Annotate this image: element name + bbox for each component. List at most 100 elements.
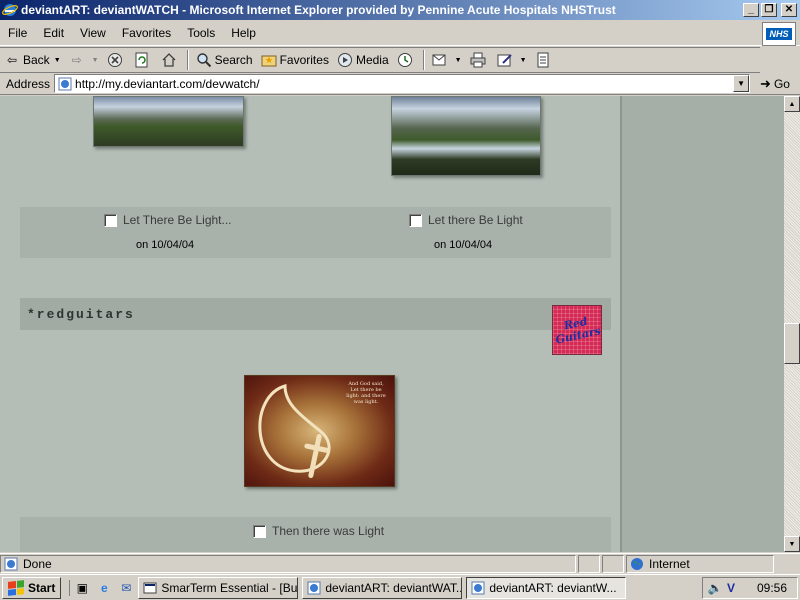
smarterm-icon bbox=[143, 582, 157, 593]
taskbar-button-label: SmarTerm Essential - [Bur... bbox=[161, 580, 299, 595]
security-zone-label: Internet bbox=[649, 556, 690, 571]
print-button[interactable] bbox=[466, 49, 493, 71]
mail-button[interactable]: ▼ bbox=[428, 49, 466, 71]
outlook-icon[interactable]: ✉ bbox=[118, 580, 134, 596]
taskbar-button-smarterm[interactable]: SmarTerm Essential - [Bur... bbox=[138, 576, 299, 599]
clock: 09:56 bbox=[756, 581, 787, 595]
go-arrow-icon: ➜ bbox=[760, 75, 771, 91]
menu-file[interactable]: File bbox=[0, 26, 35, 40]
status-text-panel: Done bbox=[0, 554, 576, 573]
go-label: Go bbox=[773, 76, 790, 91]
search-icon bbox=[196, 53, 211, 68]
username-link[interactable]: *redguitars bbox=[27, 307, 135, 322]
internet-explorer-icon bbox=[307, 581, 321, 594]
refresh-icon bbox=[135, 52, 148, 68]
minimize-button[interactable]: _ bbox=[743, 3, 759, 17]
toolbar-separator bbox=[186, 50, 189, 70]
vertical-scrollbar[interactable]: ▲ ▼ bbox=[784, 96, 800, 552]
antivirus-shield-icon[interactable]: V bbox=[723, 580, 739, 596]
deviation-thumbnail[interactable] bbox=[391, 96, 541, 176]
menu-help[interactable]: Help bbox=[223, 26, 264, 40]
status-text: Done bbox=[23, 556, 52, 571]
menu-favorites[interactable]: Favorites bbox=[114, 26, 179, 40]
standard-toolbar: ⇦ Back ▼ ⇨ ▼ Search Favorites Media ▼ ▼ bbox=[0, 47, 760, 73]
deviation-title[interactable]: Then there was Light bbox=[272, 524, 384, 538]
home-button[interactable] bbox=[157, 49, 184, 71]
status-panel bbox=[578, 554, 600, 573]
favorites-button[interactable]: Favorites bbox=[257, 49, 333, 71]
internet-globe-icon bbox=[631, 557, 643, 570]
maximize-button[interactable]: ❐ bbox=[761, 3, 777, 17]
address-bar: Address ▼ ➜ Go bbox=[0, 73, 800, 95]
status-bar: Done Internet bbox=[0, 553, 800, 573]
edit-button[interactable]: ▼ bbox=[493, 49, 531, 71]
taskbar-button-label: deviantART: deviantW... bbox=[489, 580, 617, 595]
history-icon bbox=[397, 53, 412, 67]
deviation-checkbox[interactable] bbox=[409, 213, 422, 227]
deviation-item: Let there Be Light bbox=[409, 213, 523, 227]
deviation-checkbox[interactable] bbox=[253, 524, 266, 538]
chevron-down-icon[interactable]: ▼ bbox=[520, 57, 527, 64]
user-avatar[interactable]: Red Guitars bbox=[552, 305, 602, 355]
forward-button[interactable]: ⇨ ▼ bbox=[65, 49, 103, 71]
windows-logo-icon bbox=[8, 579, 24, 596]
deviation-checkbox[interactable] bbox=[104, 213, 117, 227]
media-button[interactable]: Media bbox=[333, 49, 393, 71]
avatar-text: Red Guitars bbox=[554, 314, 602, 347]
deviation-thumbnail[interactable]: And God said, Let there be light: and th… bbox=[244, 375, 395, 487]
go-button[interactable]: ➜ Go bbox=[760, 76, 790, 92]
scroll-down-button[interactable]: ▼ bbox=[784, 536, 800, 552]
taskbar-button-label: deviantART: deviantWAT... bbox=[325, 580, 463, 595]
start-button[interactable]: Start bbox=[2, 576, 62, 599]
windows-taskbar: Start ▣ e ✉ SmarTerm Essential - [Bur...… bbox=[0, 574, 800, 600]
status-panel bbox=[602, 554, 624, 573]
address-input[interactable] bbox=[75, 76, 734, 91]
media-label: Media bbox=[355, 53, 389, 67]
internet-explorer-icon[interactable]: e bbox=[96, 580, 112, 596]
menu-edit[interactable]: Edit bbox=[35, 26, 72, 40]
menu-bar: File Edit View Favorites Tools Help bbox=[0, 20, 800, 46]
stop-button[interactable] bbox=[103, 49, 130, 71]
close-button[interactable]: ✕ bbox=[781, 3, 797, 17]
show-desktop-icon[interactable]: ▣ bbox=[74, 580, 90, 596]
nhs-logo: NHS bbox=[762, 22, 796, 46]
toolbar-separator bbox=[422, 50, 425, 70]
taskbar-button-deviantart-1[interactable]: deviantART: deviantWAT... bbox=[302, 576, 463, 599]
refresh-button[interactable] bbox=[130, 49, 157, 71]
internet-explorer-icon bbox=[2, 4, 18, 16]
discuss-button[interactable] bbox=[531, 49, 558, 71]
menu-tools[interactable]: Tools bbox=[179, 26, 223, 40]
scroll-thumb[interactable] bbox=[784, 323, 800, 364]
edit-page-icon bbox=[497, 54, 512, 67]
printer-icon bbox=[470, 52, 486, 68]
back-arrow-icon: ⇦ bbox=[6, 53, 18, 67]
back-button[interactable]: ⇦ Back ▼ bbox=[0, 49, 65, 71]
search-button[interactable]: Search bbox=[192, 49, 257, 71]
nhs-logo-text: NHS bbox=[766, 28, 792, 40]
history-button[interactable] bbox=[393, 49, 420, 71]
forward-arrow-icon: ⇨ bbox=[71, 53, 82, 67]
chevron-down-icon[interactable]: ▼ bbox=[455, 57, 462, 64]
volume-icon[interactable]: 🔈 bbox=[707, 580, 723, 596]
user-header: *redguitars bbox=[20, 298, 611, 330]
deviation-thumbnail[interactable] bbox=[93, 96, 244, 147]
stop-icon bbox=[107, 53, 122, 67]
start-label: Start bbox=[28, 580, 56, 595]
deviation-item: Let There Be Light... bbox=[104, 213, 232, 227]
address-field-container: ▼ bbox=[54, 74, 751, 93]
taskbar-button-deviantart-2[interactable]: deviantART: deviantW... bbox=[466, 576, 627, 599]
page-done-icon bbox=[4, 557, 18, 570]
back-label: Back bbox=[23, 53, 50, 67]
scroll-up-button[interactable]: ▲ bbox=[784, 96, 800, 112]
address-dropdown-button[interactable]: ▼ bbox=[733, 75, 750, 92]
page-icon bbox=[58, 77, 72, 90]
chevron-down-icon[interactable]: ▼ bbox=[54, 57, 61, 64]
quick-launch: ▣ e ✉ bbox=[69, 579, 134, 596]
deviation-title[interactable]: Let There Be Light... bbox=[123, 213, 232, 227]
deviation-title[interactable]: Let there Be Light bbox=[428, 213, 523, 227]
chevron-down-icon[interactable]: ▼ bbox=[92, 57, 99, 64]
page-viewport: Let There Be Light... on 10/04/04 Let th… bbox=[0, 96, 784, 552]
home-icon bbox=[162, 53, 176, 67]
notes-icon bbox=[537, 52, 549, 68]
menu-view[interactable]: View bbox=[72, 26, 114, 40]
